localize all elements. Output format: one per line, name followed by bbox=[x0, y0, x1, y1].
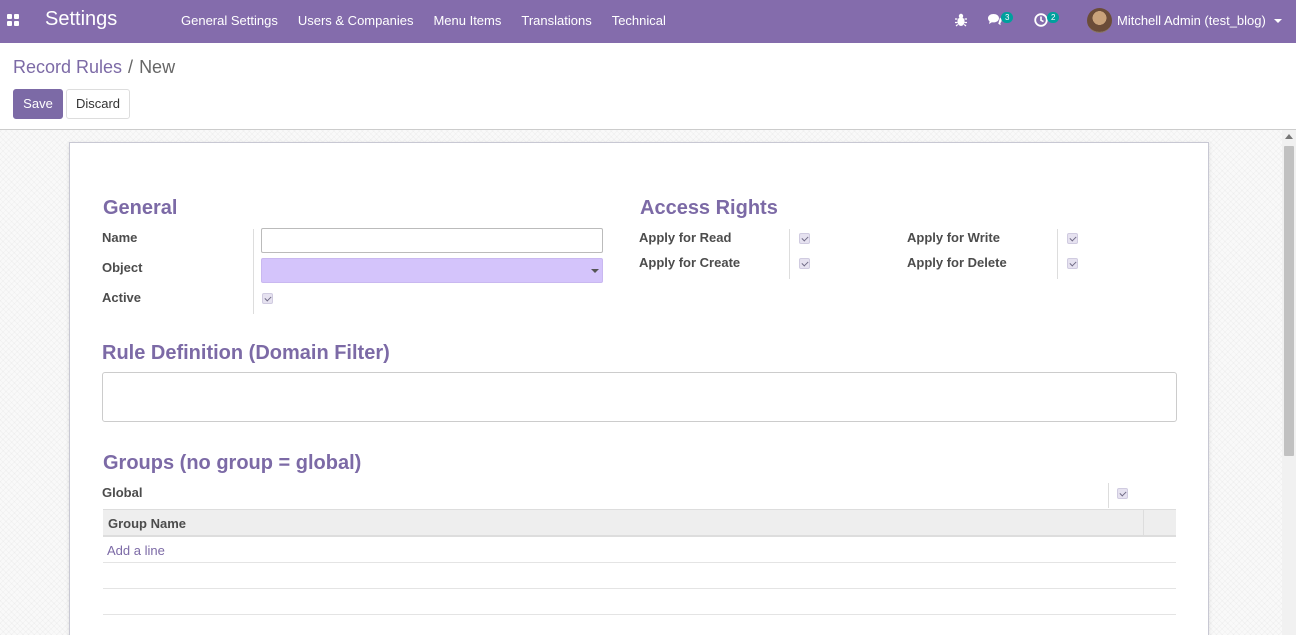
discard-button[interactable]: Discard bbox=[66, 89, 130, 119]
vertical-scrollbar[interactable] bbox=[1282, 130, 1296, 635]
name-label: Name bbox=[102, 230, 138, 245]
rule-definition-title: Rule Definition (Domain Filter) bbox=[102, 342, 390, 364]
menu-menu-items[interactable]: Menu Items bbox=[423, 0, 511, 43]
object-select[interactable] bbox=[261, 258, 603, 283]
add-a-line-link[interactable]: Add a line bbox=[107, 543, 165, 558]
user-name: Mitchell Admin (test_blog) bbox=[1117, 13, 1266, 28]
apply-create-checkbox[interactable] bbox=[799, 258, 810, 269]
breadcrumb-current: New bbox=[139, 57, 176, 77]
chevron-down-icon bbox=[591, 269, 599, 273]
activities-badge: 2 bbox=[1047, 12, 1060, 23]
top-navbar: Settings General Settings Users & Compan… bbox=[0, 0, 1296, 43]
active-checkbox[interactable] bbox=[262, 293, 273, 304]
general-divider bbox=[253, 229, 254, 314]
menu-technical[interactable]: Technical bbox=[602, 0, 676, 43]
control-panel: Record Rules / New Save Discard bbox=[0, 43, 1296, 130]
messages-icon[interactable] bbox=[987, 13, 1002, 29]
menu-general-settings[interactable]: General Settings bbox=[171, 0, 288, 43]
apps-menu-icon[interactable] bbox=[7, 14, 20, 27]
activities-icon[interactable] bbox=[1034, 13, 1048, 30]
access-divider-right bbox=[1057, 229, 1058, 279]
name-input[interactable] bbox=[261, 228, 603, 253]
messages-badge: 3 bbox=[1001, 12, 1014, 23]
apply-write-checkbox[interactable] bbox=[1067, 233, 1078, 244]
global-label: Global bbox=[102, 485, 143, 500]
scrollbar-thumb[interactable] bbox=[1284, 146, 1294, 456]
breadcrumb-record-rules[interactable]: Record Rules bbox=[13, 57, 122, 77]
apply-delete-label: Apply for Delete bbox=[907, 255, 1007, 270]
form-sheet: General Name Object Active Access Rights… bbox=[69, 142, 1209, 635]
group-name-column-header[interactable]: Group Name bbox=[108, 516, 186, 531]
table-row bbox=[103, 589, 1176, 615]
breadcrumb: Record Rules / New bbox=[13, 57, 175, 78]
table-row: Add a line bbox=[103, 537, 1176, 563]
global-checkbox[interactable] bbox=[1117, 488, 1128, 499]
breadcrumb-separator: / bbox=[128, 57, 134, 77]
user-menu[interactable]: Mitchell Admin (test_blog) bbox=[1087, 7, 1282, 34]
avatar bbox=[1087, 8, 1112, 33]
access-rights-title: Access Rights bbox=[640, 197, 778, 219]
table-row bbox=[103, 563, 1176, 589]
apply-create-label: Apply for Create bbox=[639, 255, 741, 270]
access-divider-left bbox=[789, 229, 790, 279]
column-divider bbox=[1143, 510, 1144, 536]
general-title: General bbox=[103, 197, 178, 219]
object-label: Object bbox=[102, 260, 143, 275]
app-name[interactable]: Settings bbox=[45, 8, 117, 31]
domain-filter-input[interactable] bbox=[102, 372, 1177, 422]
bug-icon[interactable] bbox=[955, 13, 967, 27]
apply-read-checkbox[interactable] bbox=[799, 233, 810, 244]
apply-read-label: Apply for Read bbox=[639, 230, 732, 245]
main-menu: General Settings Users & Companies Menu … bbox=[171, 0, 676, 43]
apply-delete-checkbox[interactable] bbox=[1067, 258, 1078, 269]
active-label: Active bbox=[102, 290, 142, 305]
groups-title: Groups (no group = global) bbox=[103, 452, 362, 474]
menu-users-companies[interactable]: Users & Companies bbox=[288, 0, 424, 43]
save-button[interactable]: Save bbox=[13, 89, 63, 119]
menu-translations[interactable]: Translations bbox=[511, 0, 601, 43]
form-view: General Name Object Active Access Rights… bbox=[0, 130, 1296, 635]
apply-write-label: Apply for Write bbox=[907, 230, 1000, 245]
groups-table-header: Group Name bbox=[103, 509, 1176, 537]
chevron-down-icon bbox=[1273, 18, 1282, 23]
global-divider bbox=[1108, 483, 1109, 508]
scroll-up-icon[interactable] bbox=[1285, 134, 1293, 139]
